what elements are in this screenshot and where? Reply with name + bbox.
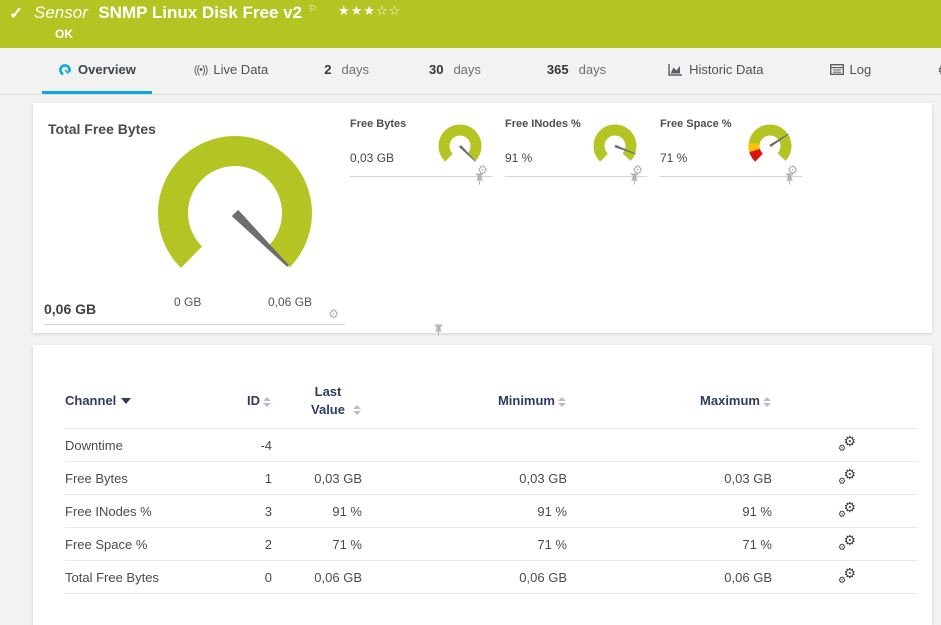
channel-maximum: 0,06 GB <box>567 560 772 595</box>
gear-icon: ⚙ <box>937 63 941 77</box>
channels-panel: Channel ID Last Value Minimum Maximum Do… <box>33 345 932 625</box>
channel-settings-gears-icon[interactable]: ⚙ ⚙ <box>838 566 856 585</box>
tab-log[interactable]: Log <box>814 48 888 94</box>
col-header-maximum[interactable]: Maximum <box>567 377 772 430</box>
free-space-gauge-block: Free Space % 71 % ⚙ <box>660 113 802 185</box>
sort-icon <box>353 405 362 416</box>
tab-live-data[interactable]: ((•)) Live Data <box>178 48 284 94</box>
channel-last-value: 0,03 GB <box>272 461 362 496</box>
log-list-icon <box>829 64 844 75</box>
flag-icon[interactable]: ⚐ <box>309 4 318 15</box>
channel-maximum: 91 % <box>567 494 772 529</box>
channel-maximum: 0,03 GB <box>567 461 772 496</box>
channel-last-value: 91 % <box>272 494 362 529</box>
channel-settings-gears-icon[interactable]: ⚙ ⚙ <box>838 434 856 453</box>
channel-table: Channel ID Last Value Minimum Maximum Do… <box>65 377 918 595</box>
tab-365-days[interactable]: 365 days <box>531 48 622 94</box>
channel-settings-gears-icon[interactable]: ⚙ ⚙ <box>838 467 856 486</box>
sort-icon <box>263 396 272 407</box>
col-header-minimum[interactable]: Minimum <box>362 377 567 430</box>
total-free-bytes-gauge[interactable] <box>150 128 320 298</box>
gauge-value: 0,06 GB <box>44 301 97 317</box>
tab-label: Overview <box>78 62 136 77</box>
gauge-value: 0,03 GB <box>350 151 395 165</box>
channel-id: 1 <box>215 461 272 496</box>
table-row: Free Bytes 1 0,03 GB 0,03 GB 0,03 GB ⚙ ⚙ <box>65 461 918 496</box>
col-header-id[interactable]: ID <box>215 377 272 430</box>
channel-minimum: 91 % <box>362 494 567 529</box>
channel-last-value: 71 % <box>272 527 362 562</box>
gauge-value: 71 % <box>660 151 688 165</box>
channel-settings-gears-icon[interactable]: ⚙ ⚙ <box>838 500 856 519</box>
channel-name[interactable]: Free Space % <box>65 527 215 562</box>
sort-icon <box>763 396 772 407</box>
status-badge: OK <box>55 27 73 41</box>
channel-id: -4 <box>215 428 272 463</box>
channel-id: 2 <box>215 527 272 562</box>
tab-number: 30 <box>428 62 444 77</box>
gauge-scale-max: 0,06 GB <box>268 295 313 309</box>
channel-name[interactable]: Downtime <box>65 428 215 463</box>
broadcast-icon: ((•)) <box>193 63 208 76</box>
table-header-row: Channel ID Last Value Minimum Maximum <box>65 377 918 430</box>
channel-name[interactable]: Total Free Bytes <box>65 560 215 595</box>
tab-2-days[interactable]: 2 days <box>308 48 385 94</box>
channel-id: 0 <box>215 560 272 595</box>
tab-overview[interactable]: Overview <box>42 48 152 94</box>
channel-settings-gears-icon[interactable]: ⚙ ⚙ <box>838 533 856 552</box>
gauge-value: 91 % <box>505 151 533 165</box>
sort-desc-icon <box>121 398 132 405</box>
tab-settings[interactable]: ⚙ Settings <box>921 48 941 94</box>
ok-check-icon: ✓ <box>9 4 24 23</box>
tab-number: 2 <box>324 62 332 77</box>
tab-bar: Overview ((•)) Live Data 2 days 30 days 36… <box>0 48 941 95</box>
channel-minimum <box>362 428 567 463</box>
channel-last-value: 0,06 GB <box>272 560 362 595</box>
tab-unit: days <box>453 62 481 77</box>
tab-unit: days <box>578 62 607 77</box>
tab-number: 365 <box>546 62 569 77</box>
gauge-settings-gear-icon[interactable]: ⚙ <box>328 308 339 320</box>
channel-minimum: 0,03 GB <box>362 461 567 496</box>
free-bytes-gauge-block: Free Bytes 0,03 GB ⚙ <box>350 113 492 185</box>
total-free-bytes-gauge-block: Total Free Bytes 0 GB 0,06 GB 0,06 GB ⚙ <box>44 112 443 336</box>
sensor-status-header: ✓ Sensor SNMP Linux Disk Free v2 ⚐ ★★★☆☆… <box>0 0 941 48</box>
col-header-last-value[interactable]: Last Value <box>272 377 362 430</box>
sensor-name: SNMP Linux Disk Free v2 <box>98 3 303 22</box>
col-header-channel[interactable]: Channel <box>65 377 215 430</box>
channel-id: 3 <box>215 494 272 529</box>
gauge-scale-min: 0 GB <box>174 295 202 309</box>
priority-stars[interactable]: ★★★☆☆ <box>338 3 401 18</box>
table-row: Free INodes % 3 91 % 91 % 91 % ⚙ ⚙ <box>65 494 918 529</box>
gauge-title: Total Free Bytes <box>48 121 156 137</box>
channel-name[interactable]: Free INodes % <box>65 494 215 529</box>
channel-name[interactable]: Free Bytes <box>65 461 215 496</box>
tab-historic-data[interactable]: Historic Data <box>652 48 779 94</box>
channel-maximum <box>567 428 772 463</box>
tab-unit: days <box>341 62 369 77</box>
channel-minimum: 0,06 GB <box>362 560 567 595</box>
tab-label: Historic Data <box>689 62 764 77</box>
channel-minimum: 71 % <box>362 527 567 562</box>
tab-30-days[interactable]: 30 days <box>413 48 497 94</box>
area-chart-icon <box>668 63 683 76</box>
tab-label: Live Data <box>213 62 269 77</box>
channel-maximum: 71 % <box>567 527 772 562</box>
gauges-panel: Total Free Bytes 0 GB 0,06 GB 0,06 GB ⚙ <box>33 103 932 336</box>
gauge-icon <box>58 63 72 77</box>
sensor-type-label: Sensor <box>34 3 88 22</box>
sort-icon <box>558 396 567 407</box>
table-row: Downtime -4 ⚙ ⚙ <box>65 428 918 463</box>
table-row: Total Free Bytes 0 0,06 GB 0,06 GB 0,06 … <box>65 560 918 595</box>
table-row: Free Space % 2 71 % 71 % 71 % ⚙ ⚙ <box>65 527 918 562</box>
free-inodes-gauge-block: Free INodes % 91 % ⚙ <box>505 113 647 185</box>
tab-label: Log <box>849 62 872 77</box>
channel-last-value <box>272 428 362 463</box>
